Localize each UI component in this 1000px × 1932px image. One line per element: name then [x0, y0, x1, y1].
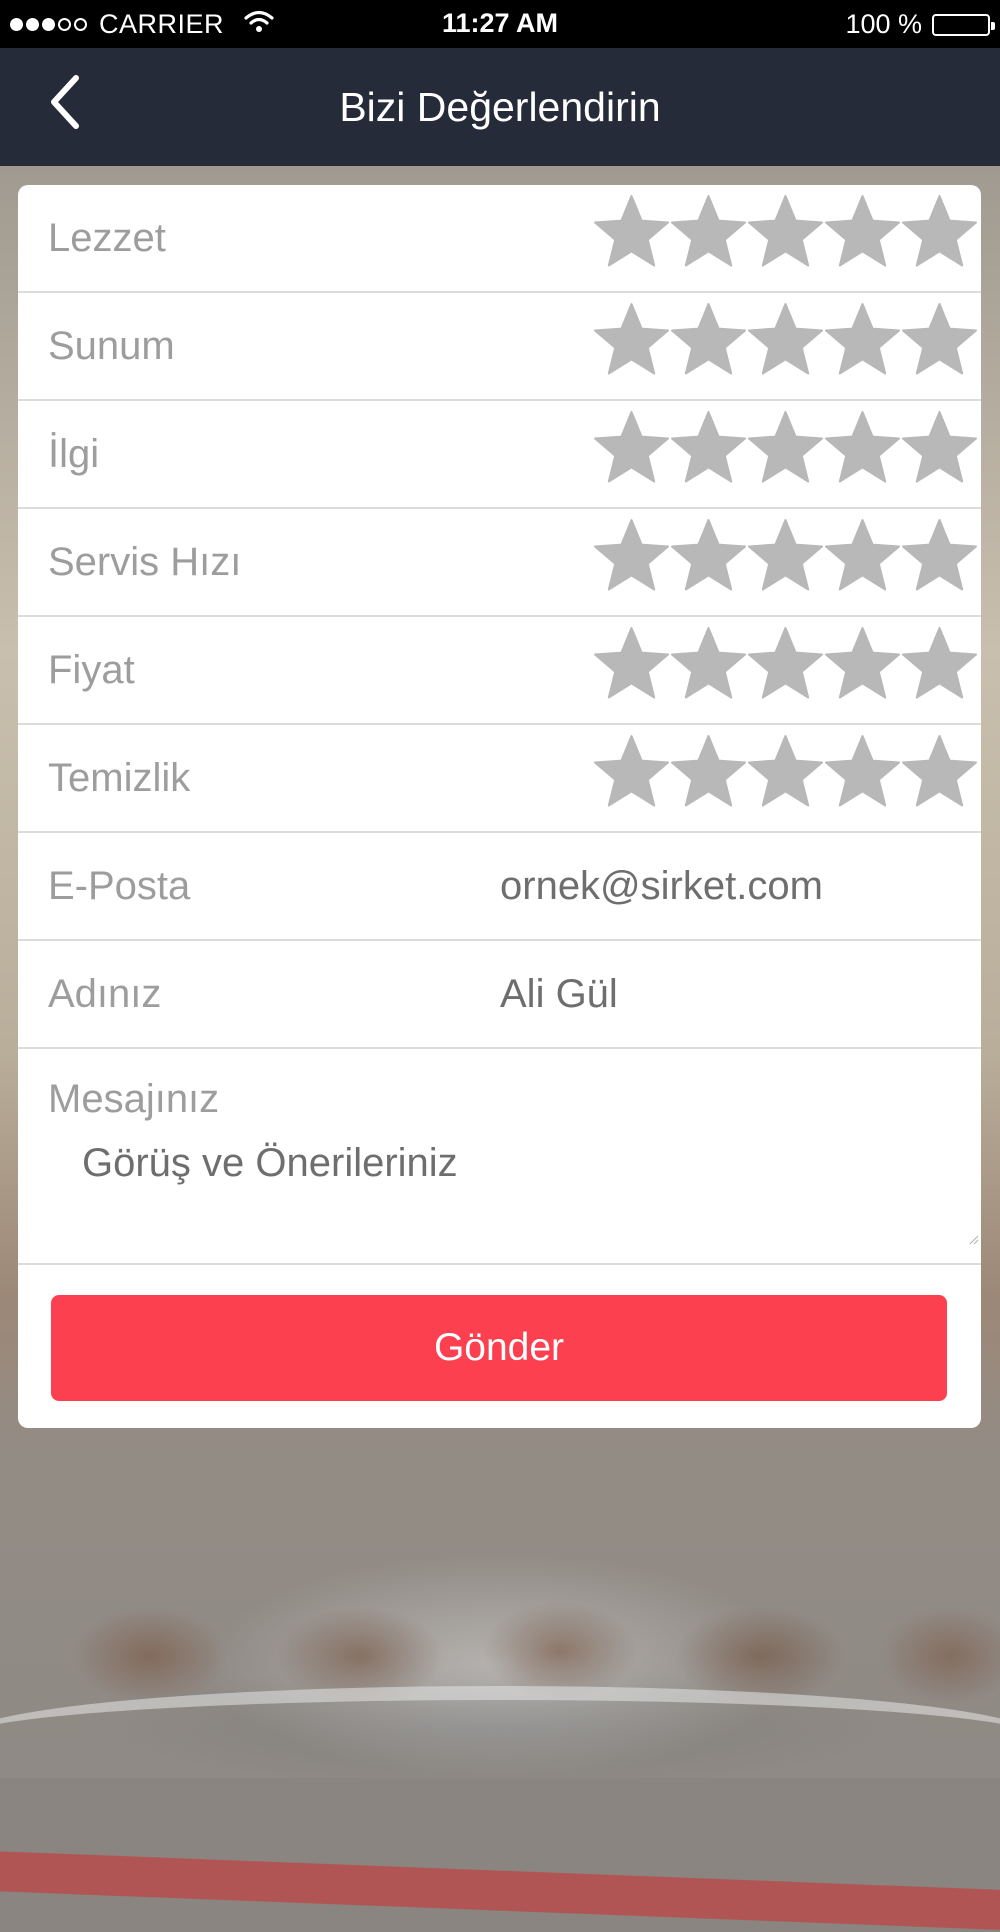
- star-icon[interactable]: [824, 733, 901, 810]
- battery-percent: 100 %: [845, 9, 922, 39]
- star-rating[interactable]: [593, 517, 978, 594]
- submit-button[interactable]: Gönder: [51, 1295, 947, 1401]
- star-icon[interactable]: [824, 625, 901, 702]
- page-title: Bizi Değerlendirin: [339, 84, 661, 130]
- star-icon[interactable]: [824, 409, 901, 486]
- star-icon[interactable]: [593, 517, 670, 594]
- star-icon[interactable]: [670, 301, 747, 378]
- star-icon[interactable]: [747, 301, 824, 378]
- background-plate: [0, 1686, 1000, 1790]
- message-row: Mesajınız Görüş ve Önerileriniz: [18, 1049, 981, 1265]
- rating-label: Servis Hızı: [48, 540, 242, 584]
- star-icon[interactable]: [901, 733, 978, 810]
- star-rating[interactable]: [593, 193, 978, 270]
- rating-row-lezzet: Lezzet: [18, 185, 981, 293]
- star-icon[interactable]: [747, 193, 824, 270]
- star-icon[interactable]: [747, 409, 824, 486]
- name-field[interactable]: Ali Gül: [500, 941, 618, 1047]
- rating-label: Sunum: [48, 324, 175, 368]
- email-label: E-Posta: [48, 864, 191, 908]
- star-icon[interactable]: [901, 193, 978, 270]
- star-rating[interactable]: [593, 733, 978, 810]
- email-row: E-Posta ornek@sirket.com: [18, 833, 981, 941]
- star-icon[interactable]: [593, 625, 670, 702]
- star-icon[interactable]: [593, 301, 670, 378]
- star-icon[interactable]: [747, 517, 824, 594]
- rating-form-card: Lezzet Sunum İlgi Servis Hızı Fiyat Temi…: [18, 185, 981, 1428]
- rating-row-fiyat: Fiyat: [18, 617, 981, 725]
- star-icon[interactable]: [670, 733, 747, 810]
- rating-row-sunum: Sunum: [18, 293, 981, 401]
- star-icon[interactable]: [901, 517, 978, 594]
- star-icon[interactable]: [670, 409, 747, 486]
- star-icon[interactable]: [670, 625, 747, 702]
- star-icon[interactable]: [670, 517, 747, 594]
- status-bar: CARRIER 11:27 AM 100 %: [0, 0, 1000, 48]
- rating-label: Temizlik: [48, 756, 191, 800]
- rating-label: Fiyat: [48, 648, 135, 692]
- star-icon[interactable]: [747, 625, 824, 702]
- star-icon[interactable]: [824, 193, 901, 270]
- star-icon[interactable]: [593, 733, 670, 810]
- star-icon[interactable]: [593, 193, 670, 270]
- star-icon[interactable]: [901, 625, 978, 702]
- status-right: 100 %: [845, 9, 995, 40]
- back-button[interactable]: [40, 72, 100, 132]
- rating-row-temizlik: Temizlik: [18, 725, 981, 833]
- rating-row-servis-hizi: Servis Hızı: [18, 509, 981, 617]
- rating-label: Lezzet: [48, 216, 166, 260]
- resize-grip-icon[interactable]: [969, 1235, 979, 1245]
- star-icon[interactable]: [593, 409, 670, 486]
- rating-row-ilgi: İlgi: [18, 401, 981, 509]
- navigation-bar: Bizi Değerlendirin: [0, 48, 1000, 166]
- star-icon[interactable]: [824, 517, 901, 594]
- star-icon[interactable]: [670, 193, 747, 270]
- star-rating[interactable]: [593, 625, 978, 702]
- star-icon[interactable]: [901, 409, 978, 486]
- star-rating[interactable]: [593, 301, 978, 378]
- background-red-stripe: [0, 1849, 1000, 1932]
- chevron-left-icon: [51, 75, 79, 129]
- star-icon[interactable]: [747, 733, 824, 810]
- star-icon[interactable]: [901, 301, 978, 378]
- name-row: Adınız Ali Gül: [18, 941, 981, 1049]
- star-icon[interactable]: [824, 301, 901, 378]
- star-rating[interactable]: [593, 409, 978, 486]
- rating-label: İlgi: [48, 432, 100, 476]
- message-textarea[interactable]: Görüş ve Önerileriniz: [82, 1141, 962, 1241]
- email-field[interactable]: ornek@sirket.com: [500, 833, 823, 939]
- name-label: Adınız: [48, 972, 162, 1016]
- battery-icon: [932, 13, 995, 36]
- message-label: Mesajınız: [48, 1077, 220, 1121]
